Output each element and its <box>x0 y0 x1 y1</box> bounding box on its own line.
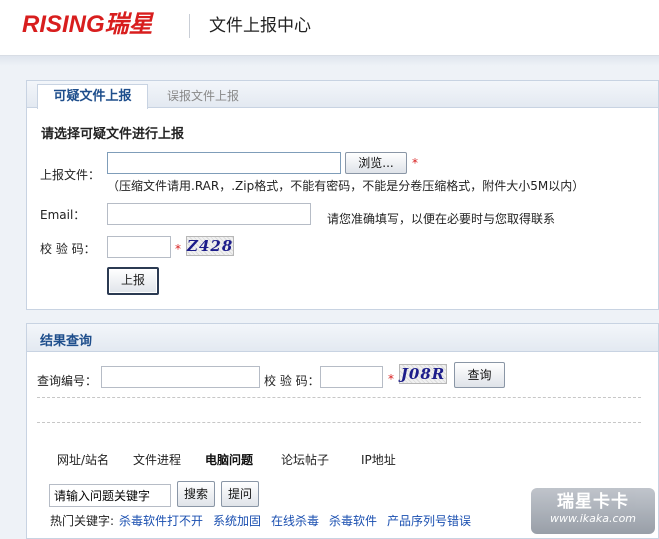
query-captcha-image[interactable]: J08R <box>399 364 447 384</box>
watermark-title: 瑞星卡卡 <box>557 492 629 512</box>
nav-file-process[interactable]: 文件进程 <box>133 452 181 468</box>
browse-button[interactable]: 浏览... <box>345 152 407 174</box>
captcha-image[interactable]: Z428 <box>186 236 234 256</box>
header-shadow <box>0 56 659 66</box>
query-number-label: 查询编号： <box>37 374 98 388</box>
rising-logo[interactable]: RISING瑞星 <box>22 12 153 38</box>
query-captcha-label: 校 验 码： <box>264 374 320 388</box>
tab-suspicious-file[interactable]: 可疑文件上报 <box>37 84 148 109</box>
ask-button[interactable]: 提问 <box>221 481 259 507</box>
dashed-divider <box>37 422 641 423</box>
upload-section-title: 请选择可疑文件进行上报 <box>41 127 185 142</box>
email-label: Email： <box>40 208 86 222</box>
file-path-input[interactable] <box>107 152 341 174</box>
query-captcha-input[interactable] <box>320 366 383 388</box>
hot-keyword-link[interactable]: 杀毒软件打不开 <box>119 512 203 529</box>
keyword-search-input[interactable] <box>49 484 171 507</box>
query-button[interactable]: 查询 <box>454 362 505 388</box>
file-format-note: （压缩文件请用.RAR，.Zip格式，不能有密码，不能是分卷压缩格式，附件大小5… <box>107 179 585 193</box>
nav-ip-address[interactable]: IP地址 <box>361 452 396 468</box>
nav-url-site[interactable]: 网址/站名 <box>57 452 109 468</box>
hot-keyword-link[interactable]: 在线杀毒 <box>271 512 319 529</box>
page-header: RISING瑞星 文件上报中心 <box>0 0 659 56</box>
search-button[interactable]: 搜索 <box>177 481 215 507</box>
file-label: 上报文件： <box>40 168 101 182</box>
submit-button[interactable]: 上报 <box>107 267 159 295</box>
required-mark: * <box>388 372 394 386</box>
watermark-url: www.ikaka.com <box>549 512 637 525</box>
hot-keyword-link[interactable]: 系统加固 <box>213 512 261 529</box>
required-mark: * <box>412 156 418 170</box>
hot-keyword-link[interactable]: 产品序列号错误 <box>387 512 471 529</box>
nav-pc-problem[interactable]: 电脑问题 <box>205 452 253 468</box>
query-number-input[interactable] <box>101 366 260 388</box>
captcha-input[interactable] <box>107 236 171 258</box>
header-divider <box>189 14 190 38</box>
email-field[interactable] <box>107 203 311 225</box>
captcha-label: 校 验 码： <box>40 242 96 256</box>
required-mark: * <box>175 242 181 256</box>
dashed-divider <box>37 397 641 398</box>
email-note: 请您准确填写，以便在必要时与您取得联系 <box>327 212 556 226</box>
nav-forum-post[interactable]: 论坛帖子 <box>281 452 329 468</box>
ikaka-watermark: 瑞星卡卡 www.ikaka.com <box>531 488 655 534</box>
page-title: 文件上报中心 <box>209 16 311 36</box>
query-panel-header: 结果查询 <box>27 324 658 352</box>
hot-keywords-label: 热门关键字: <box>50 514 115 528</box>
tab-false-positive[interactable]: 误报文件上报 <box>167 88 239 104</box>
upload-tabbar: 可疑文件上报 误报文件上报 <box>27 81 658 109</box>
query-panel-title: 结果查询 <box>40 334 93 349</box>
upload-panel: 可疑文件上报 误报文件上报 请选择可疑文件进行上报 上报文件： 浏览... * … <box>26 80 659 310</box>
hot-keyword-link[interactable]: 杀毒软件 <box>329 512 377 529</box>
